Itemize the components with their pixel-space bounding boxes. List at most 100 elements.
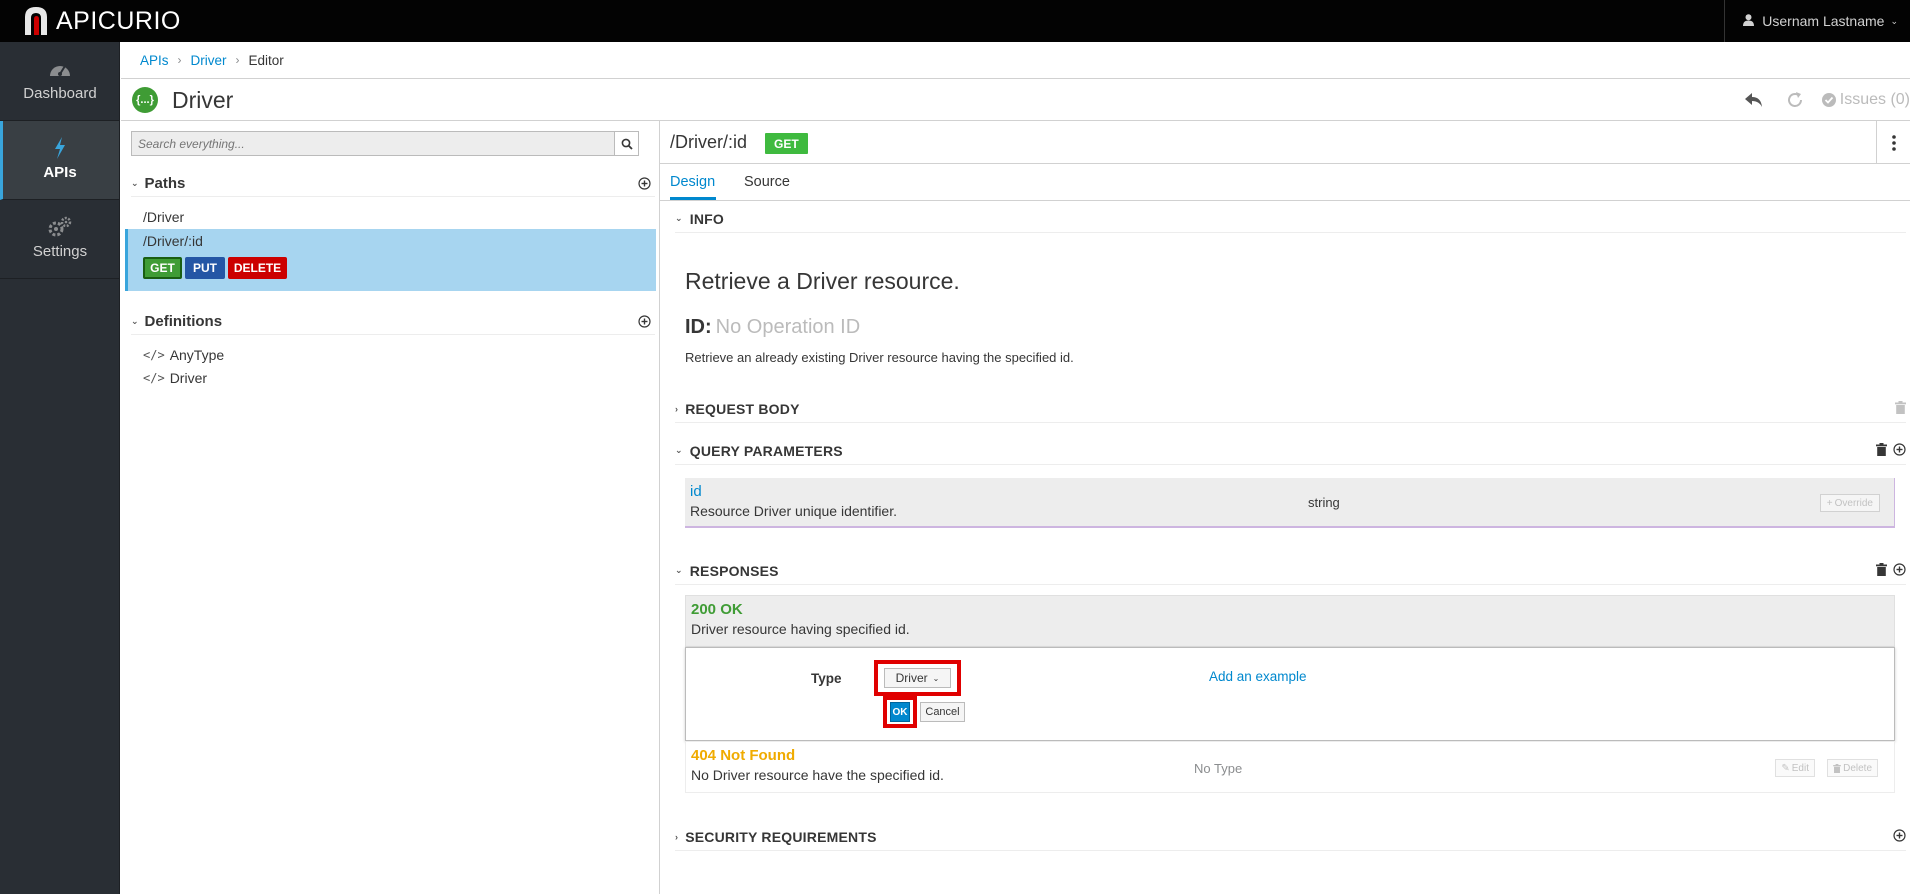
query-parameter-row[interactable]: id Resource Driver unique identifier. st…	[685, 478, 1895, 528]
chevron-down-icon: ⌄	[932, 673, 940, 683]
responses-title: RESPONSES	[689, 562, 779, 579]
override-button[interactable]: + Override	[1819, 494, 1880, 512]
operation-get-button[interactable]: GET	[143, 257, 182, 279]
add-icon[interactable]	[1893, 443, 1906, 456]
operation-editor: /Driver/:id GET Design Source ⌄ INFO Ret…	[660, 121, 1910, 894]
active-tab-indicator	[670, 197, 716, 200]
query-parameters-section-header[interactable]: ⌄ QUERY PARAMETERS	[675, 437, 1906, 465]
ok-button[interactable]: OK	[890, 702, 910, 722]
query-parameters-actions	[1870, 443, 1906, 456]
chevron-down-icon: ⌄	[675, 565, 683, 575]
nav-label-dashboard: Dashboard	[23, 85, 97, 102]
nav-label-apis: APIs	[43, 164, 77, 181]
tab-design[interactable]: Design	[670, 174, 715, 190]
operation-summary[interactable]: Retrieve a Driver resource.	[685, 268, 960, 295]
operation-path: /Driver/:id	[670, 132, 748, 152]
undo-icon[interactable]	[1744, 92, 1764, 108]
edit-button[interactable]: ✎ Edit	[1775, 759, 1815, 777]
add-icon[interactable]	[1893, 563, 1906, 576]
breadcrumb-driver[interactable]: Driver	[191, 53, 227, 68]
response-type-editor: Type Driver ⌄ OK Cancel Add an example	[685, 647, 1895, 741]
chevron-right-icon: ›	[675, 831, 679, 842]
kebab-menu-icon[interactable]	[1876, 121, 1910, 164]
trash-icon[interactable]	[1895, 401, 1906, 414]
gears-icon	[0, 216, 120, 238]
operation-delete-button[interactable]: DELETE	[228, 257, 287, 279]
add-example-link[interactable]: Add an example	[1209, 669, 1307, 684]
issues-button[interactable]: Issues (0)	[1821, 91, 1910, 109]
apicurio-logo[interactable]: APICURIO	[22, 4, 181, 38]
add-path-icon[interactable]	[638, 177, 651, 194]
breadcrumb-separator-icon: ›	[235, 53, 240, 67]
breadcrumb-separator-icon: ›	[177, 53, 182, 67]
responses-section-header[interactable]: ⌄ RESPONSES	[675, 557, 1906, 585]
nav-item-apis[interactable]: APIs	[0, 121, 119, 200]
operation-id[interactable]: ID: No Operation ID	[685, 316, 860, 339]
path-label: /Driver/:id	[143, 233, 203, 249]
ok-highlight-box: OK	[883, 696, 917, 728]
breadcrumb-apis[interactable]: APIs	[140, 53, 169, 68]
trash-icon[interactable]	[1876, 563, 1887, 576]
delete-button[interactable]: Delete	[1827, 759, 1878, 777]
trash-icon	[1833, 763, 1841, 773]
logo-text: APICURIO	[56, 6, 181, 35]
api-icon: {...}	[132, 87, 158, 113]
nav-item-settings[interactable]: Settings	[0, 200, 119, 279]
nav-item-dashboard[interactable]: Dashboard	[0, 42, 119, 121]
parameter-name: id	[690, 483, 702, 500]
user-menu[interactable]: Usernam Lastname ⌄	[1724, 0, 1910, 42]
plus-icon: +	[1826, 497, 1833, 509]
search-input[interactable]	[132, 132, 614, 155]
user-icon	[1743, 13, 1755, 29]
responses-actions	[1870, 563, 1906, 576]
type-highlight-box: Driver ⌄	[874, 660, 961, 696]
response-code: 404 Not Found	[691, 747, 796, 764]
add-definition-icon[interactable]	[638, 315, 651, 332]
top-bar: APICURIO Usernam Lastname ⌄	[0, 0, 1910, 42]
response-description: Driver resource having specified id.	[691, 621, 910, 637]
operation-description[interactable]: Retrieve an already existing Driver reso…	[685, 350, 1074, 365]
definitions-section-header[interactable]: ⌄ Definitions	[131, 309, 655, 335]
search-icon[interactable]	[614, 132, 638, 155]
parameter-type: string	[1308, 495, 1340, 510]
operation-method-badge: GET	[765, 133, 808, 154]
issues-label: Issues (0)	[1839, 91, 1910, 108]
cancel-button[interactable]: Cancel	[920, 702, 965, 722]
navigation-panel: ⌄ Paths /Driver /Driver/:id GET PUT DELE…	[121, 121, 660, 894]
operation-id-placeholder: No Operation ID	[715, 316, 861, 338]
search-box	[131, 131, 639, 156]
trash-icon[interactable]	[1876, 443, 1887, 456]
request-body-actions	[1889, 401, 1906, 414]
response-type: No Type	[1194, 761, 1243, 776]
breadcrumb-editor: Editor	[248, 52, 284, 68]
info-section-header[interactable]: ⌄ INFO	[675, 205, 1906, 233]
apicurio-logo-icon	[22, 5, 52, 37]
tab-source[interactable]: Source	[744, 174, 790, 190]
response-code: 200 OK	[691, 601, 743, 618]
response-description: No Driver resource have the specified id…	[691, 767, 944, 783]
parameter-description: Resource Driver unique identifier.	[690, 503, 897, 519]
chevron-down-icon: ⌄	[131, 316, 139, 326]
response-404-row[interactable]: 404 Not Found No Driver resource have th…	[685, 741, 1895, 793]
request-body-section-header[interactable]: › REQUEST BODY	[675, 395, 1906, 423]
path-item-driver[interactable]: /Driver	[143, 209, 184, 225]
definition-item-anytype[interactable]: </> AnyType	[143, 347, 224, 363]
security-requirements-section-header[interactable]: › SECURITY REQUIREMENTS	[675, 823, 1906, 851]
pencil-icon: ✎	[1781, 762, 1790, 774]
info-title: INFO	[689, 210, 724, 227]
type-label: Type	[811, 671, 842, 686]
definition-label: AnyType	[169, 347, 225, 363]
redo-icon[interactable]	[1786, 91, 1804, 109]
delete-label: Delete	[1843, 762, 1872, 774]
operation-id-label: ID:	[685, 316, 712, 338]
code-icon: </>	[143, 348, 165, 362]
type-dropdown[interactable]: Driver ⌄	[884, 668, 951, 688]
chevron-right-icon: ›	[675, 403, 679, 414]
path-item-driver-id[interactable]: /Driver/:id GET PUT DELETE	[125, 229, 656, 291]
add-icon[interactable]	[1893, 829, 1906, 842]
definition-item-driver[interactable]: </> Driver	[143, 370, 207, 386]
operation-put-button[interactable]: PUT	[185, 257, 225, 279]
response-200-row[interactable]: 200 OK Driver resource having specified …	[685, 595, 1895, 647]
editor-title-bar: {...} Driver Issues (0)	[121, 79, 1910, 121]
paths-section-header[interactable]: ⌄ Paths	[131, 171, 655, 197]
